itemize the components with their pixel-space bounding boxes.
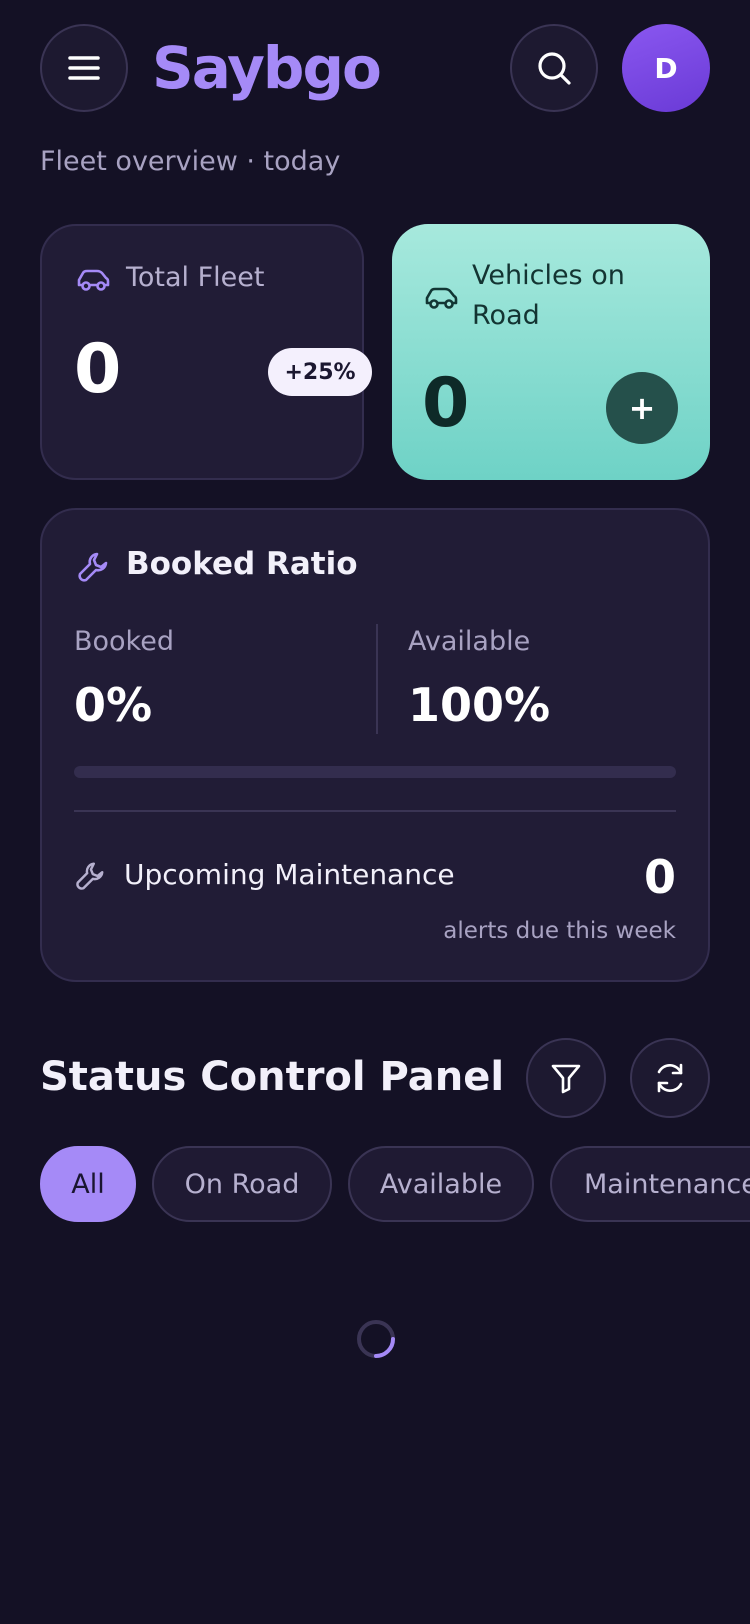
maintenance-count: 0: [643, 850, 676, 904]
maintenance-label: Upcoming Maintenance: [124, 858, 455, 891]
filter-chip-on-road[interactable]: On Road: [152, 1146, 332, 1222]
search-icon: [538, 52, 571, 85]
booked-ratio-title: Booked Ratio: [126, 546, 358, 582]
menu-icon: [68, 56, 100, 80]
filter-button[interactable]: [526, 1038, 606, 1118]
section-divider: [74, 810, 676, 812]
wrench-icon: [76, 862, 104, 890]
booked-progress-bar: [74, 766, 676, 778]
available-value: 100%: [408, 678, 551, 732]
available-label: Available: [408, 626, 531, 657]
vehicles-on-road-value: 0: [422, 364, 470, 443]
menu-button[interactable]: [40, 24, 128, 112]
maintenance-caption: alerts due this week: [443, 918, 676, 944]
loading-spinner: [357, 1320, 395, 1358]
total-fleet-value: 0: [74, 330, 122, 409]
growth-badge: +25%: [268, 348, 372, 396]
add-vehicle-button[interactable]: +: [606, 372, 678, 444]
filter-chip-all[interactable]: All: [40, 1146, 136, 1222]
page-subtitle: Fleet overview · today: [40, 146, 341, 177]
stats-divider: [376, 624, 378, 734]
avatar[interactable]: D: [622, 24, 710, 112]
total-fleet-label: Total Fleet: [126, 262, 265, 293]
filter-chip-maintenance[interactable]: Maintenance: [550, 1146, 750, 1222]
search-button[interactable]: [510, 24, 598, 112]
filter-icon: [551, 1064, 581, 1094]
booked-value: 0%: [74, 678, 153, 732]
vehicles-on-road-card[interactable]: Vehicles on Road 0 +: [392, 224, 710, 480]
car-icon: [77, 269, 110, 291]
total-fleet-card[interactable]: Total Fleet 0 +25%: [40, 224, 372, 480]
car-icon: [425, 287, 458, 309]
status-panel-title: Status Control Panel: [40, 1054, 505, 1100]
booked-ratio-card: Booked Ratio Booked 0% Available 100% Up…: [40, 508, 710, 982]
wrench-icon: [78, 552, 108, 582]
brand-logo: Saybgo: [152, 34, 382, 102]
filter-chip-available[interactable]: Available: [348, 1146, 534, 1222]
refresh-button[interactable]: [630, 1038, 710, 1118]
booked-label: Booked: [74, 626, 174, 657]
vehicles-on-road-label: Vehicles on Road: [472, 260, 625, 331]
refresh-icon: [657, 1063, 683, 1093]
